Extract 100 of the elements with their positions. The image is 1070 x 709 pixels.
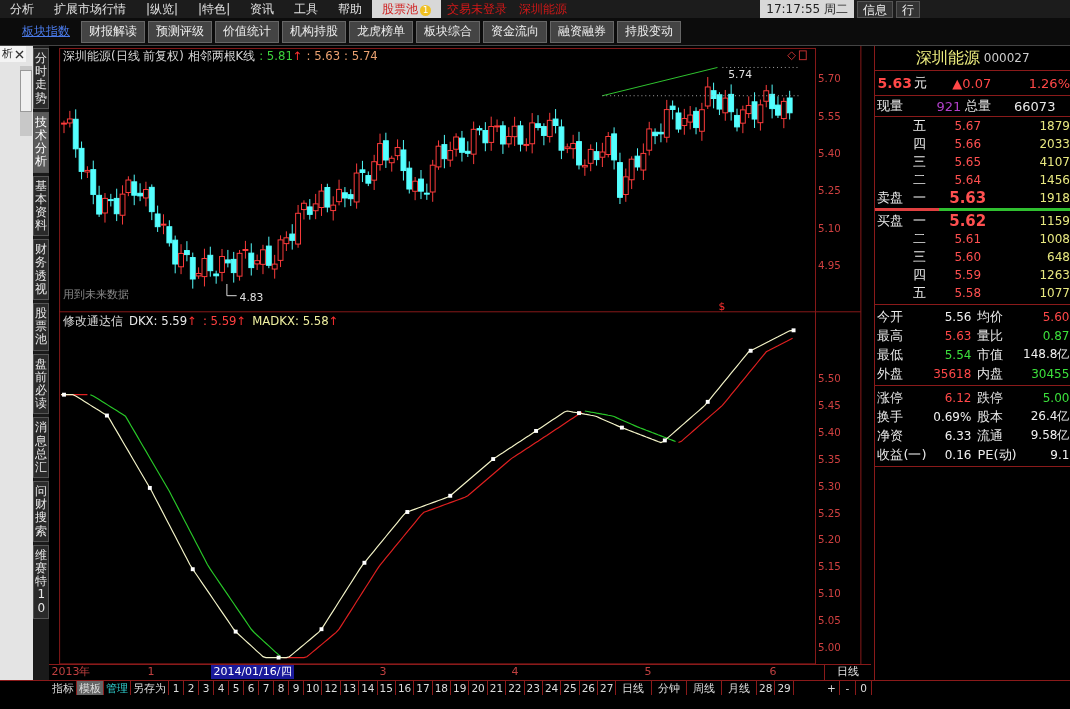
field-label: PE(动) <box>976 445 1017 464</box>
toolbar-button[interactable]: 22 <box>506 681 525 695</box>
field-label: 均价 <box>976 307 1004 326</box>
bid-price: 5.61 <box>953 232 983 246</box>
field-value: 6.12 <box>943 390 973 405</box>
ask-volume: 4107 <box>1038 155 1070 169</box>
level-label: 五 <box>913 284 928 302</box>
axis-label: 5.20 <box>818 533 842 546</box>
stock-code: 000027 <box>983 51 1030 65</box>
field-value: 66073 <box>1013 98 1056 114</box>
field-label: 外盘 <box>876 364 904 383</box>
level-label: 三 <box>913 153 928 171</box>
chart-note: 用到未来数据 <box>63 287 130 301</box>
side-tab[interactable]: 股票池 <box>33 303 50 351</box>
count-badge: 1 <box>420 5 432 16</box>
side-tab[interactable]: 基本资料 <box>33 175 50 237</box>
function-tab[interactable]: 资金流向 <box>483 20 547 43</box>
function-tab[interactable]: 板块综合 <box>416 20 480 43</box>
toolbar-button[interactable]: 另存为 <box>131 681 169 695</box>
toolbar-button[interactable]: 20 <box>469 681 488 695</box>
field-value: 9.58亿 <box>1029 427 1070 444</box>
date-label: 6 <box>769 665 777 680</box>
level-label: 二 <box>913 171 928 189</box>
bid-volume: 1159 <box>1038 214 1070 228</box>
bid-volume: 1077 <box>1038 286 1070 300</box>
toolbar-button[interactable]: 指标 <box>50 681 77 695</box>
menu-item[interactable]: 帮助 <box>328 0 373 18</box>
field-label: 最高 <box>876 326 904 345</box>
toolbar-button[interactable]: 14 <box>359 681 378 695</box>
menu-item[interactable]: 股票池 1 <box>372 0 442 18</box>
function-tab[interactable]: 板块指数 <box>14 20 78 43</box>
toolbar-button[interactable]: 28 <box>757 681 776 695</box>
axis-label: 5.35 <box>818 452 842 465</box>
toolbar-button[interactable]: 10 <box>304 681 323 695</box>
field-label: 跌停 <box>976 388 1004 407</box>
menu-item[interactable]: |纵览| <box>136 0 189 18</box>
field-value: 0.69% <box>932 409 973 424</box>
toolbar-button[interactable]: 管理 <box>104 681 131 695</box>
toolbar-button[interactable]: 模板 <box>77 681 104 695</box>
square-icon[interactable] <box>799 50 808 61</box>
status-text: 交易未登录 <box>446 0 509 18</box>
side-tab[interactable]: 盘前必读 <box>33 353 50 415</box>
field-value: 5.56 <box>943 309 973 324</box>
side-tab[interactable]: 维赛特10 <box>33 544 50 619</box>
menu-button[interactable]: 行 <box>896 0 920 18</box>
field-value: 148.8亿 <box>1022 346 1070 363</box>
side-tab[interactable]: 分时走势 <box>33 48 50 109</box>
function-tab[interactable]: 预测评级 <box>148 20 212 43</box>
menu-button[interactable]: 信息 <box>857 0 893 18</box>
toolbar-button[interactable]: 29 <box>775 681 794 695</box>
close-icon[interactable] <box>15 49 24 59</box>
side-tab[interactable]: 消息总汇 <box>33 417 50 479</box>
axis-label: 5.70 <box>818 72 842 85</box>
ask-price: 5.63 <box>948 189 988 207</box>
level-label: 一 <box>913 189 928 207</box>
status-text: 深圳能源 <box>518 0 569 18</box>
unit-label: 元 <box>913 74 928 92</box>
field-value: 0.16 <box>943 447 973 462</box>
axis-label: 5.10 <box>818 221 842 234</box>
diamond-icon[interactable] <box>787 51 797 61</box>
ask-volume: 1879 <box>1038 119 1070 133</box>
function-tab[interactable]: 价值统计 <box>215 20 279 43</box>
field-label: 市值 <box>976 345 1004 364</box>
axis-label: 5.25 <box>818 184 842 197</box>
field-value: 5.60 <box>1041 309 1070 324</box>
side-tab[interactable]: 技术分析 <box>33 111 50 173</box>
menu-item[interactable]: 分析 <box>0 0 44 18</box>
menu-item[interactable]: 资讯 <box>240 0 285 18</box>
low-label: 4.83 <box>240 290 264 304</box>
function-tab[interactable]: 融资融券 <box>550 20 614 43</box>
axis-label: 5.55 <box>818 109 842 122</box>
level-label: 一 <box>913 212 928 230</box>
toolbar-button[interactable]: 27 <box>598 681 617 695</box>
level-label: 五 <box>913 117 928 135</box>
menu-item[interactable]: 扩展市场行情 <box>44 0 136 18</box>
document-tab[interactable]: 析 <box>0 46 26 62</box>
toolbar-button[interactable]: 12 <box>322 681 341 695</box>
field-label: 今开 <box>876 307 904 326</box>
menu-item[interactable]: 工具 <box>284 0 329 18</box>
function-tab[interactable]: 机构持股 <box>282 20 346 43</box>
toolbar-button[interactable]: 25 <box>561 681 580 695</box>
toolbar-button[interactable]: 17 <box>414 681 433 695</box>
level-label: 二 <box>913 230 928 248</box>
side-tab[interactable]: 问财搜索 <box>33 481 50 542</box>
axis-label: 4.95 <box>818 259 842 272</box>
field-value: 6.33 <box>943 428 973 443</box>
side-tab[interactable]: 财务透视 <box>33 239 50 300</box>
scrollbar-thumb[interactable] <box>20 70 32 112</box>
bid-volume: 648 <box>1046 250 1070 264</box>
menu-item[interactable]: |特色| <box>188 0 241 18</box>
function-tab[interactable]: 财报解读 <box>81 20 145 43</box>
axis-label: 5.40 <box>818 147 842 159</box>
field-label: 总量 <box>965 97 992 115</box>
toolbar-button[interactable]: 19 <box>451 681 470 695</box>
axis-label: 5.05 <box>818 613 842 626</box>
function-tab[interactable]: 龙虎榜单 <box>349 20 413 43</box>
field-label: 卖盘 <box>877 190 904 205</box>
scrollbar[interactable] <box>20 66 32 136</box>
function-tab[interactable]: 持股变动 <box>617 20 681 43</box>
last-price: 5.63 <box>877 75 912 91</box>
